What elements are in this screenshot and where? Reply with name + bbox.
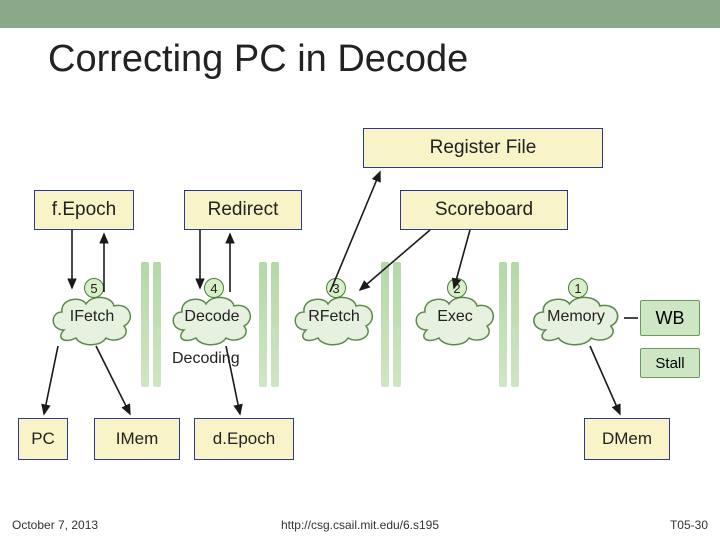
stage-decode-label: Decode <box>166 308 258 326</box>
pipe-bar-3a <box>381 262 389 387</box>
box-register-file: Register File <box>363 128 603 168</box>
footer-slide: T05-30 <box>670 518 708 532</box>
decoding-label: Decoding <box>172 350 240 368</box>
stall-label: Stall <box>655 355 684 372</box>
stage-ifetch-label: IFetch <box>46 308 138 326</box>
register-file-label: Register File <box>430 137 537 159</box>
box-depoch: d.Epoch <box>194 418 294 460</box>
stage-decode: 4 Decode <box>166 290 258 346</box>
slide-top-bar <box>0 0 720 28</box>
stage-rfetch: 3 RFetch <box>288 290 380 346</box>
stage-decode-num: 4 <box>204 278 224 298</box>
stage-rfetch-num: 3 <box>326 278 346 298</box>
footer-url: http://csg.csail.mit.edu/6.s195 <box>0 518 720 532</box>
imem-label: IMem <box>116 429 159 449</box>
pipe-bar-4b <box>511 262 519 387</box>
pipe-bar-1a <box>141 262 149 387</box>
stage-ifetch: 5 IFetch <box>46 290 138 346</box>
stage-exec-num: 2 <box>447 278 467 298</box>
pc-label: PC <box>31 429 55 449</box>
stage-rfetch-label: RFetch <box>288 308 380 326</box>
redirect-label: Redirect <box>208 199 279 221</box>
stage-memory-label: Memory <box>526 308 626 326</box>
depoch-label: d.Epoch <box>213 429 275 449</box>
pipe-bar-2a <box>259 262 267 387</box>
stage-ifetch-num: 5 <box>84 278 104 298</box>
stage-exec-label: Exec <box>409 308 501 326</box>
wb-label: WB <box>656 308 685 329</box>
stage-memory: 1 Memory <box>526 290 626 346</box>
box-fepoch: f.Epoch <box>34 190 134 230</box>
box-wb: WB <box>640 300 700 336</box>
pipe-bar-2b <box>271 262 279 387</box>
box-dmem: DMem <box>584 418 670 460</box>
pipe-bar-1b <box>153 262 161 387</box>
box-redirect: Redirect <box>184 190 302 230</box>
dmem-label: DMem <box>602 429 652 449</box>
box-stall: Stall <box>640 348 700 378</box>
pipe-bar-3b <box>393 262 401 387</box>
stage-exec: 2 Exec <box>409 290 501 346</box>
box-pc: PC <box>18 418 68 460</box>
page-title: Correcting PC in Decode <box>48 38 468 81</box>
stage-memory-num: 1 <box>568 278 588 298</box>
fepoch-label: f.Epoch <box>52 199 116 221</box>
scoreboard-label: Scoreboard <box>435 199 533 221</box>
box-imem: IMem <box>94 418 180 460</box>
box-scoreboard: Scoreboard <box>400 190 568 230</box>
